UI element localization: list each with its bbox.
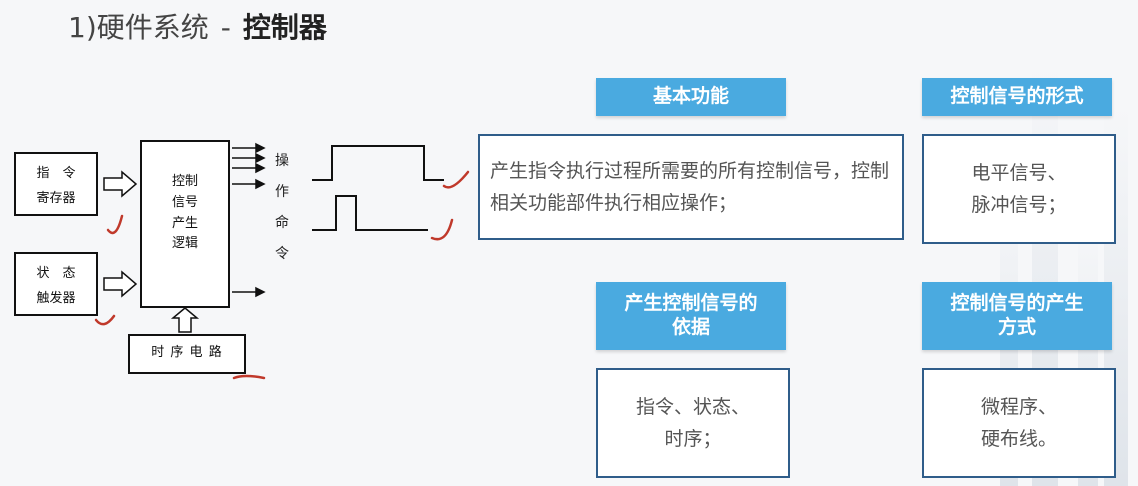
control-logic-line2: 信号 <box>171 194 198 210</box>
control-logic-line4: 逻辑 <box>171 236 198 252</box>
basic-function-body: 产生指令执行过程所需要的所有控制信号，控制相关功能部件执行相应操作； <box>490 159 890 214</box>
timing-circuit-label: 时 序 电 路 <box>151 345 223 360</box>
instruction-register-block: 指 令 寄存器 <box>14 152 98 216</box>
slide-title: 1)硬件系统 - 控制器 <box>68 6 327 46</box>
signal-basis-heading-line2: 依据 <box>671 316 710 338</box>
hollow-arrow-register <box>103 170 138 198</box>
control-logic-line3: 产生 <box>171 215 198 231</box>
status-trigger-line2: 触发器 <box>36 291 76 306</box>
output-arrows <box>232 142 266 298</box>
basic-function-box: 产生指令执行过程所需要的所有控制信号，控制相关功能部件执行相应操作； <box>478 134 904 240</box>
op-char-2: 作 <box>275 184 289 200</box>
signal-method-line1: 微程序、 <box>980 395 1057 418</box>
basic-function-heading: 基本功能 <box>596 78 786 116</box>
title-emphasis: 控制器 <box>242 11 327 44</box>
signal-method-line2: 硬布线。 <box>980 428 1057 450</box>
op-char-1: 操 <box>275 153 289 169</box>
timing-circuit-block: 时 序 电 路 <box>128 334 246 374</box>
signal-basis-line2: 时序； <box>664 428 722 450</box>
instruction-register-line1: 指 令 <box>36 166 76 181</box>
signal-method-box: 微程序、 硬布线。 <box>922 368 1116 478</box>
control-logic-block: 控制 信号 产生 逻辑 <box>140 140 230 308</box>
signal-form-heading-text: 控制信号的形式 <box>950 85 1084 108</box>
basic-function-heading-text: 基本功能 <box>652 85 729 108</box>
title-separator: - <box>220 11 231 44</box>
status-trigger-line1: 状 态 <box>36 266 76 281</box>
signal-form-line2: 脉冲信号； <box>971 194 1067 216</box>
signal-method-heading-line2: 方式 <box>997 316 1036 338</box>
title-prefix: 1)硬件系统 <box>68 11 209 44</box>
level-signal-wave <box>312 145 444 181</box>
status-trigger-block: 状 态 触发器 <box>14 252 98 316</box>
hollow-arrow-timing <box>170 307 200 333</box>
signal-basis-heading-line1: 产生控制信号的 <box>624 292 758 315</box>
op-char-3: 命 <box>275 215 289 231</box>
signal-method-heading-line1: 控制信号的产生 <box>950 292 1084 315</box>
signal-basis-line1: 指令、状态、 <box>635 395 750 418</box>
signal-form-heading: 控制信号的形式 <box>922 78 1112 116</box>
signal-form-line1: 电平信号、 <box>971 161 1067 184</box>
signal-method-heading: 控制信号的产生 方式 <box>922 282 1112 350</box>
signal-basis-box: 指令、状态、 时序； <box>596 368 790 478</box>
op-char-4: 令 <box>275 246 289 262</box>
control-logic-line1: 控制 <box>171 174 198 189</box>
operation-command-label: 操 作 命 令 <box>272 146 292 270</box>
pulse-signal-wave <box>312 195 428 231</box>
signal-form-box: 电平信号、 脉冲信号； <box>922 134 1116 244</box>
instruction-register-line2: 寄存器 <box>36 191 76 206</box>
hollow-arrow-trigger <box>103 270 138 298</box>
signal-basis-heading: 产生控制信号的 依据 <box>596 282 786 350</box>
